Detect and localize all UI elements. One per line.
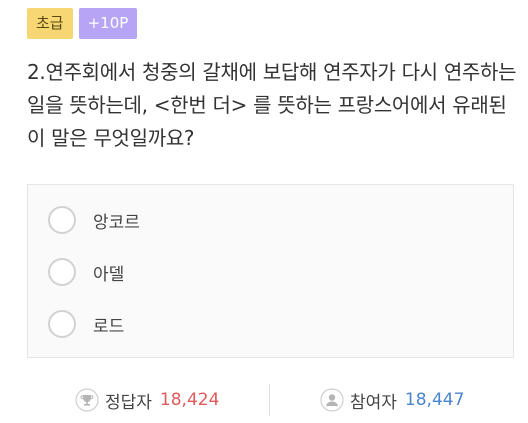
badge-group: 초급 +10P [27, 8, 138, 39]
stats-divider [269, 384, 270, 416]
option-1[interactable]: 앙코르 [48, 206, 140, 234]
correct-label: 정답자 [105, 392, 152, 413]
question-text: 2.연주회에서 청중의 갈채에 보답해 연주자가 다시 연주하는 일을 뜻하는데… [27, 60, 517, 150]
radio-button[interactable] [48, 206, 76, 234]
participants-count: 18,447 [404, 390, 465, 410]
trophy-icon [75, 388, 99, 412]
participants-label: 참여자 [350, 392, 397, 413]
radio-button[interactable] [48, 310, 76, 338]
option-3[interactable]: 로드 [48, 310, 124, 338]
stats-bar: 정답자 18,424 참여자 18,447 [0, 380, 528, 420]
radio-button[interactable] [48, 258, 76, 286]
answer-options: 앙코르 아델 로드 [27, 184, 514, 358]
option-2[interactable]: 아델 [48, 258, 124, 286]
level-badge: 초급 [27, 8, 73, 39]
option-label: 로드 [93, 316, 125, 337]
points-badge: +10P [78, 8, 138, 39]
participants-stat: 참여자 18,447 [320, 380, 464, 420]
option-label: 아델 [93, 264, 125, 285]
option-label: 앙코르 [93, 212, 140, 233]
person-icon [320, 388, 344, 412]
correct-count: 18,424 [159, 390, 220, 410]
correct-stat: 정답자 18,424 [75, 380, 219, 420]
